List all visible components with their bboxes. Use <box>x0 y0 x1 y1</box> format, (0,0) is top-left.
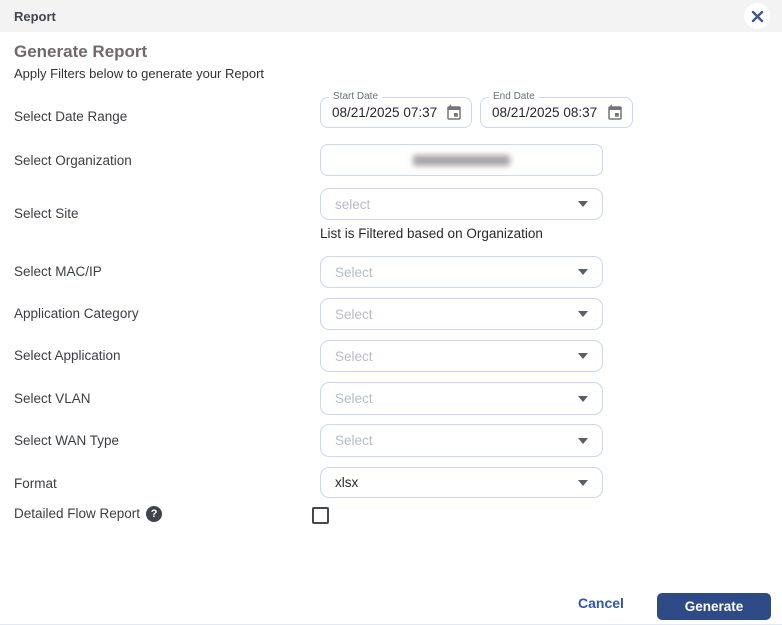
start-date-label: Start Date <box>329 91 382 103</box>
cancel-button[interactable]: Cancel <box>578 595 624 611</box>
chevron-down-icon <box>578 311 588 317</box>
dialog-title: Report <box>14 9 56 24</box>
application-select[interactable]: Select <box>320 340 603 372</box>
detailed-flow-report-text: Detailed Flow Report <box>14 506 140 522</box>
organization-redacted-value <box>413 155 510 166</box>
chevron-down-icon <box>578 480 588 486</box>
page-subtitle: Apply Filters below to generate your Rep… <box>14 66 264 81</box>
label-vlan: Select VLAN <box>14 391 91 407</box>
calendar-icon <box>606 104 624 122</box>
chevron-down-icon <box>578 269 588 275</box>
wan-type-select[interactable]: Select <box>320 424 603 457</box>
mac-ip-select-placeholder: Select <box>335 265 578 280</box>
calendar-icon <box>445 104 463 122</box>
chevron-down-icon <box>578 353 588 359</box>
end-date-field[interactable]: End Date 08/21/2025 08:37 <box>480 97 633 128</box>
format-select-value: xlsx <box>335 475 578 490</box>
label-wan-type: Select WAN Type <box>14 433 119 449</box>
question-mark-icon[interactable]: ? <box>146 506 162 522</box>
start-date-calendar-button[interactable] <box>443 102 465 124</box>
chevron-down-icon <box>578 201 588 207</box>
label-app-category: Application Category <box>14 306 139 322</box>
end-date-label: End Date <box>489 91 539 103</box>
wan-type-select-placeholder: Select <box>335 433 578 448</box>
label-mac-ip: Select MAC/IP <box>14 264 102 280</box>
label-detailed-flow-report: Detailed Flow Report ? <box>14 506 162 522</box>
site-helper-text: List is Filtered based on Organization <box>320 226 543 241</box>
app-category-select-placeholder: Select <box>335 307 578 322</box>
chevron-down-icon <box>578 438 588 444</box>
close-button[interactable] <box>744 3 770 29</box>
app-category-select[interactable]: Select <box>320 298 603 330</box>
start-date-field[interactable]: Start Date 08/21/2025 07:37 <box>320 97 472 128</box>
label-format: Format <box>14 476 57 492</box>
start-date-value[interactable]: 08/21/2025 07:37 <box>332 105 443 120</box>
page-title: Generate Report <box>14 42 147 62</box>
application-select-placeholder: Select <box>335 349 578 364</box>
chevron-down-icon <box>578 396 588 402</box>
generate-button[interactable]: Generate <box>657 593 771 620</box>
label-application: Select Application <box>14 348 121 364</box>
close-icon <box>751 10 764 23</box>
label-site: Select Site <box>14 206 79 222</box>
dialog-header: Report <box>0 0 782 32</box>
site-select-placeholder: select <box>335 197 578 212</box>
end-date-value[interactable]: 08/21/2025 08:37 <box>492 105 604 120</box>
vlan-select-placeholder: Select <box>335 391 578 406</box>
mac-ip-select[interactable]: Select <box>320 256 603 288</box>
label-date-range: Select Date Range <box>14 109 127 125</box>
end-date-calendar-button[interactable] <box>604 102 626 124</box>
vlan-select[interactable]: Select <box>320 382 603 415</box>
site-select[interactable]: select <box>320 188 603 220</box>
detailed-flow-report-checkbox[interactable] <box>312 507 329 524</box>
label-organization: Select Organization <box>14 153 132 169</box>
format-select[interactable]: xlsx <box>320 467 603 498</box>
generate-report-dialog: Report Generate Report Apply Filters bel… <box>0 0 782 625</box>
organization-input[interactable] <box>320 144 603 176</box>
